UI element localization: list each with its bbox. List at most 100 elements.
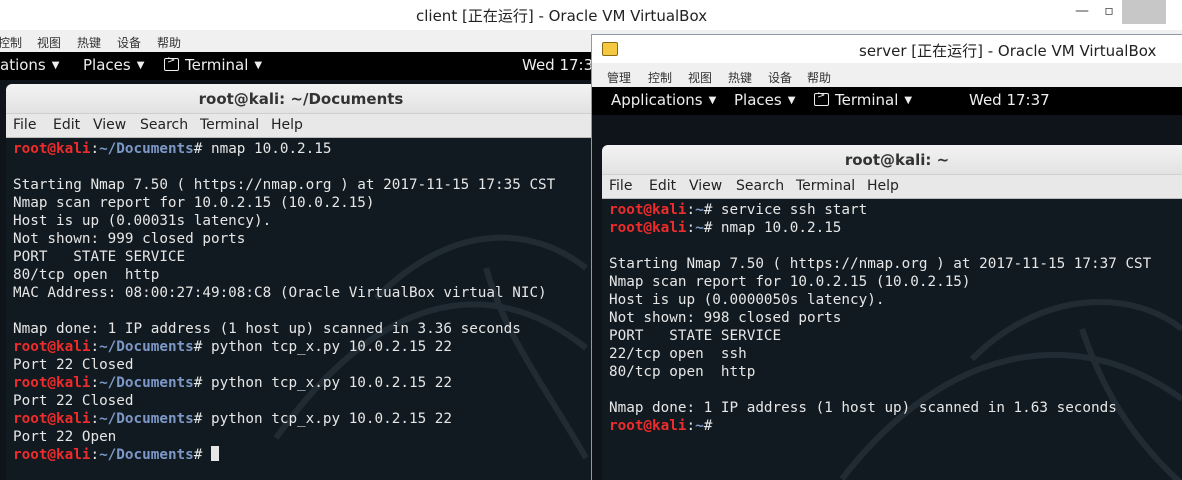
places-label: Places	[734, 91, 782, 109]
terminal-icon	[164, 55, 179, 71]
menu-terminal[interactable]: Terminal	[796, 178, 855, 194]
command-text: python tcp_x.py 10.0.2.15 22	[210, 411, 452, 427]
applications-menu[interactable]: ations ▼	[0, 56, 59, 74]
vbox-menu-hotkey[interactable]: 热键	[728, 69, 752, 86]
command-text: python tcp_x.py 10.0.2.15 22	[210, 375, 452, 391]
prompt-user: root@kali	[609, 202, 687, 218]
vbox-menu-view[interactable]: 视图	[688, 69, 712, 86]
virtualbox-icon	[602, 42, 618, 56]
caret-down-icon: ▼	[136, 60, 145, 71]
prompt-separator: :	[686, 220, 696, 236]
menu-edit[interactable]: Edit	[649, 178, 676, 194]
server-terminal-window: root@kali: ~ File Edit View Search Termi…	[602, 145, 1182, 480]
prompt-line: root@kali:~/Documents# nmap 10.0.2.15	[13, 140, 555, 158]
menu-view[interactable]: View	[689, 178, 722, 194]
prompt-user: root@kali	[609, 418, 687, 434]
output-line: Not shown: 999 closed ports	[13, 231, 246, 247]
server-titlebar[interactable]: server [正在运行] - Oracle VM VirtualBox	[592, 35, 1182, 63]
clock[interactable]: Wed 17:37	[969, 91, 1050, 109]
prompt-separator: :	[90, 375, 100, 391]
caret-down-icon: ▼	[787, 95, 796, 106]
terminal-app-menu[interactable]: Terminal ▼	[814, 90, 913, 109]
vbox-menu-control[interactable]: 控制	[648, 69, 672, 86]
prompt-separator: :	[90, 411, 100, 427]
client-terminal-output[interactable]: root@kali:~/Documents# nmap 10.0.2.15 Sta…	[6, 138, 596, 480]
command-text: service ssh start	[720, 202, 868, 218]
command-text: nmap 10.0.2.15	[210, 141, 332, 157]
menu-file[interactable]: File	[13, 117, 36, 133]
output-line: PORT STATE SERVICE	[13, 249, 186, 265]
maximize-icon[interactable]: ▫	[1095, 0, 1123, 24]
menu-terminal[interactable]: Terminal	[200, 117, 259, 133]
vbox-menu-control[interactable]: 控制	[0, 34, 22, 51]
command-text: python tcp_x.py 10.0.2.15 22	[210, 339, 452, 355]
prompt-path: ~/Documents	[99, 375, 194, 391]
client-window-title: client [正在运行] - Oracle VM VirtualBox	[416, 7, 708, 25]
prompt-line: root@kali:~/Documents# python tcp_x.py 1…	[13, 374, 555, 392]
prompt-line: root@kali:~# service ssh start	[609, 201, 1151, 219]
prompt-separator: :	[686, 202, 696, 218]
output-line: 80/tcp open http	[13, 267, 160, 283]
text-cursor[interactable]	[210, 446, 219, 461]
vbox-menu-devices[interactable]: 设备	[768, 69, 792, 86]
menu-search[interactable]: Search	[140, 117, 188, 133]
applications-label: Applications	[611, 91, 703, 109]
prompt-line: root@kali:~# nmap 10.0.2.15	[609, 219, 1151, 237]
client-terminal-menubar: File Edit View Search Terminal Help	[6, 114, 596, 138]
prompt-line: root@kali:~/Documents# python tcp_x.py 1…	[13, 338, 555, 356]
vbox-menu-devices[interactable]: 设备	[117, 34, 141, 51]
server-terminal-output[interactable]: root@kali:~# service ssh start root@kali:…	[602, 199, 1182, 480]
output-line: Port 22 Closed	[13, 393, 134, 409]
client-titlebar[interactable]: client [正在运行] - Oracle VM VirtualBox — ▫	[0, 0, 1182, 30]
places-menu[interactable]: Places ▼	[734, 91, 795, 109]
close-icon[interactable]	[1122, 0, 1166, 24]
minimize-icon[interactable]: —	[1068, 0, 1096, 24]
output-line: 80/tcp open http	[609, 364, 756, 380]
vbox-menu-help[interactable]: 帮助	[807, 69, 831, 86]
client-terminal-window: root@kali: ~/Documents File Edit View Se…	[6, 84, 596, 480]
output-line: Port 22 Closed	[13, 357, 134, 373]
caret-down-icon: ▼	[254, 60, 263, 71]
applications-menu[interactable]: Applications ▼	[611, 91, 716, 109]
vbox-menu-manage[interactable]: 管理	[607, 69, 631, 86]
prompt-symbol: #	[703, 220, 721, 236]
output-line: Nmap scan report for 10.0.2.15 (10.0.2.1…	[13, 195, 375, 211]
output-line: Host is up (0.00031s latency).	[13, 213, 272, 229]
vbox-menu-help[interactable]: 帮助	[157, 34, 181, 51]
caret-down-icon: ▼	[51, 60, 60, 71]
menu-file[interactable]: File	[609, 178, 632, 194]
output-line: Host is up (0.0000050s latency).	[609, 292, 885, 308]
prompt-path: ~	[695, 418, 704, 434]
output-line: Not shown: 998 closed ports	[609, 310, 842, 326]
menu-search[interactable]: Search	[736, 178, 784, 194]
server-vbox-menubar: 管理 控制 视图 热键 设备 帮助	[592, 65, 1182, 87]
vbox-menu-hotkey[interactable]: 热键	[77, 34, 101, 51]
menu-help[interactable]: Help	[867, 178, 899, 194]
output-line: MAC Address: 08:00:27:49:08:C8 (Oracle V…	[13, 285, 547, 301]
places-menu[interactable]: Places ▼	[83, 56, 144, 74]
client-terminal-lines: root@kali:~/Documents# nmap 10.0.2.15 Sta…	[13, 140, 555, 464]
prompt-user: root@kali	[609, 220, 687, 236]
menu-help[interactable]: Help	[271, 117, 303, 133]
client-terminal-title[interactable]: root@kali: ~/Documents	[6, 84, 596, 114]
prompt-symbol: #	[193, 141, 211, 157]
caret-down-icon: ▼	[904, 95, 913, 106]
caret-down-icon: ▼	[708, 95, 717, 106]
terminal-app-menu[interactable]: Terminal ▼	[164, 55, 263, 74]
server-terminal-title[interactable]: root@kali: ~	[602, 145, 1182, 175]
output-line: Nmap scan report for 10.0.2.15 (10.0.2.1…	[609, 274, 971, 290]
menu-view[interactable]: View	[93, 117, 126, 133]
prompt-path: ~/Documents	[99, 411, 194, 427]
prompt-user: root@kali	[13, 411, 91, 427]
prompt-line: root@kali:~/Documents#	[13, 446, 555, 464]
vbox-menu-view[interactable]: 视图	[37, 34, 61, 51]
prompt-path: ~/Documents	[99, 447, 194, 463]
prompt-symbol: #	[703, 202, 721, 218]
server-terminal-menubar: File Edit View Search Terminal Help	[602, 175, 1182, 199]
menu-edit[interactable]: Edit	[53, 117, 80, 133]
prompt-path: ~/Documents	[99, 339, 194, 355]
prompt-symbol: #	[193, 375, 211, 391]
